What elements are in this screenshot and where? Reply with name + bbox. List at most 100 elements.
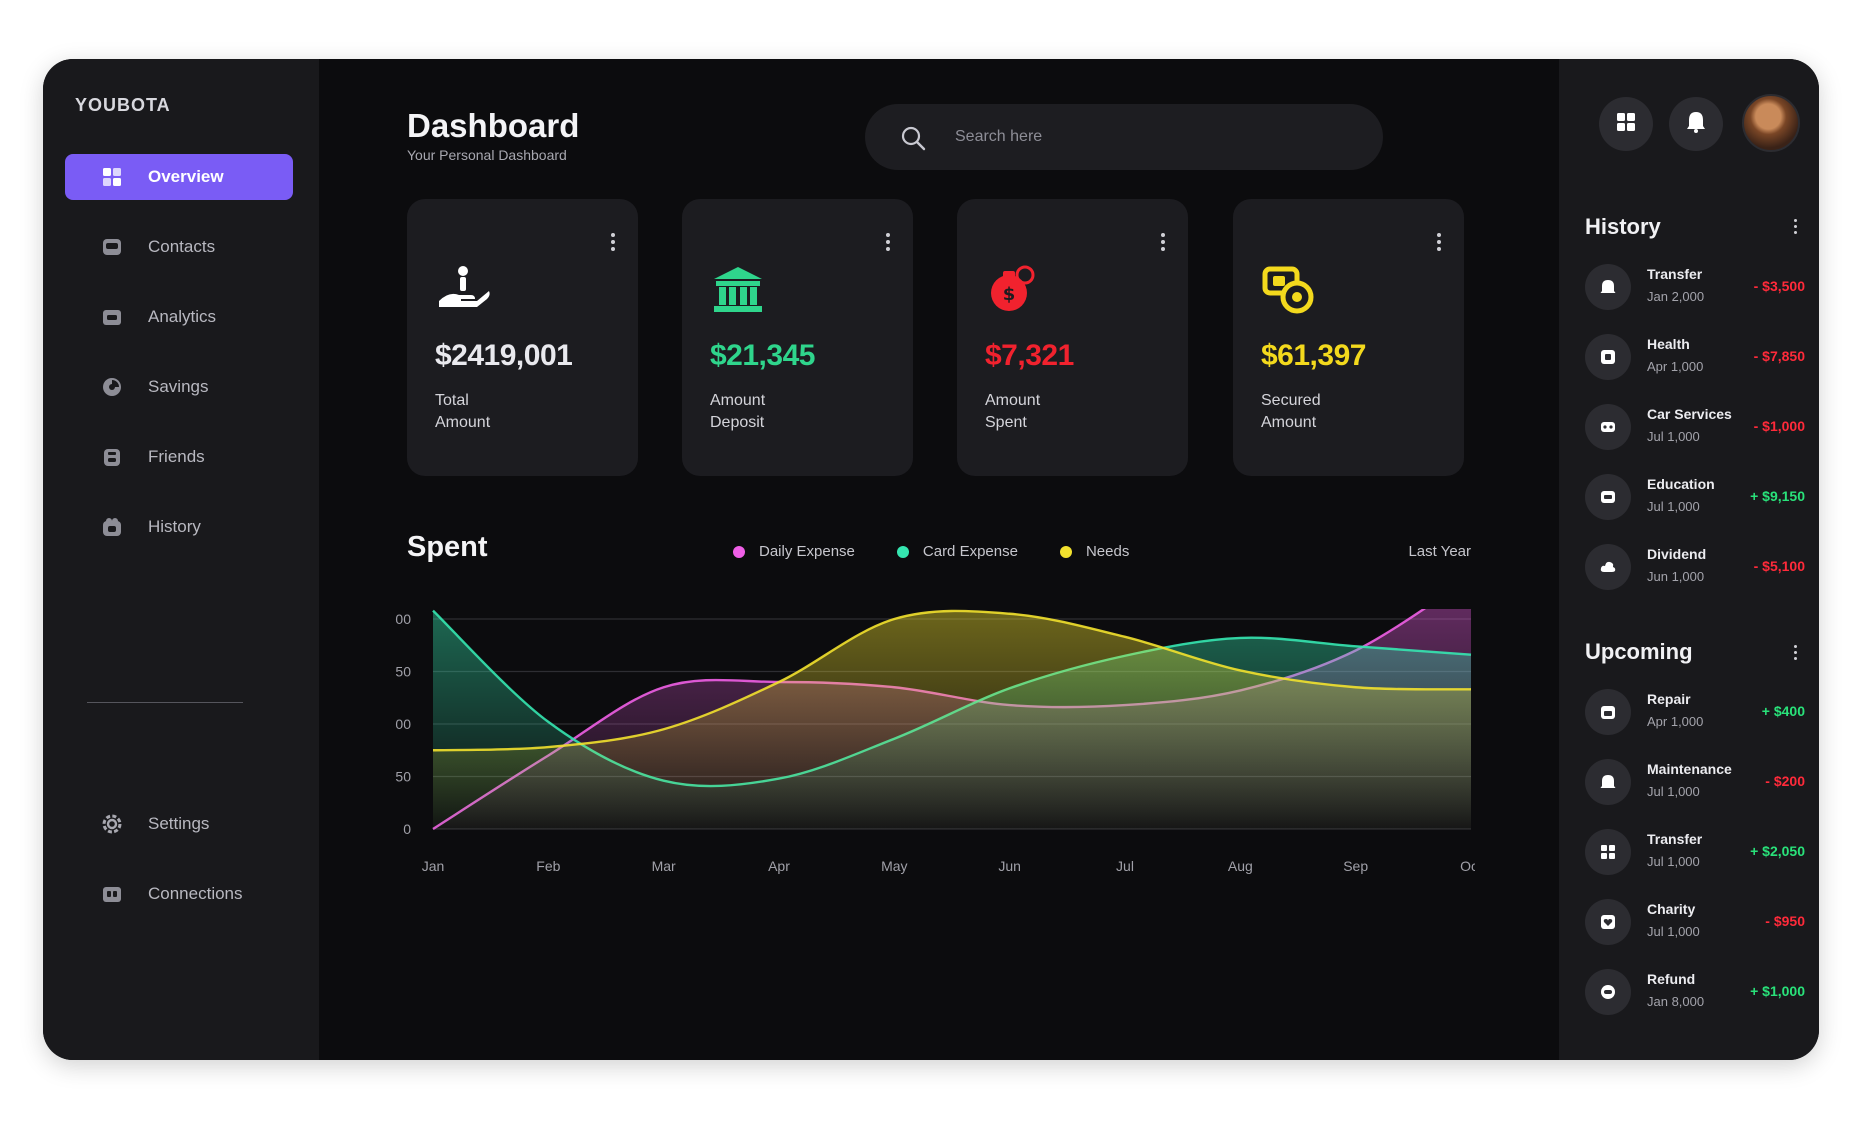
legend-dot [733, 545, 745, 558]
card-icon [101, 236, 123, 258]
sidebar-item-label: Friends [148, 447, 205, 466]
y-tick-label: 50 [395, 769, 411, 785]
chart-legend: Daily Expense Card Expense Needs [733, 543, 1171, 560]
card-menu-icon[interactable] [1160, 233, 1166, 253]
x-tick-label: Apr [768, 858, 790, 874]
apps-button[interactable] [1599, 97, 1653, 151]
transaction-amount: - $200 [1765, 773, 1805, 789]
legend-dot [1059, 545, 1072, 558]
sidebar-nav: Overview Contacts Analytics Savings Frie… [65, 154, 293, 574]
search-icon [899, 124, 927, 157]
transaction-name: Dividend [1647, 546, 1707, 562]
bell-icon [1585, 759, 1631, 805]
transaction-item[interactable]: Transfer Jan 2,000 - $3,500 [1585, 262, 1805, 312]
sidebar-item-label: Contacts [148, 237, 216, 256]
transaction-amount: - $950 [1765, 913, 1805, 929]
refresh-icon [1585, 969, 1631, 1015]
transaction-date: Apr 1,000 [1647, 359, 1704, 374]
period-selector[interactable]: Last Year [1408, 543, 1471, 560]
legend-item[interactable]: Daily Expense [733, 543, 855, 560]
transaction-item[interactable]: Health Apr 1,000 - $7,850 [1585, 332, 1805, 382]
upcoming-menu-icon[interactable] [1794, 645, 1797, 661]
sidebar-divider [87, 702, 243, 703]
card-label: Amount Spent [985, 392, 1041, 431]
x-tick-label: Sep [1343, 858, 1368, 874]
grid-icon [1616, 112, 1636, 137]
x-tick-label: May [881, 858, 907, 874]
history-menu-icon[interactable] [1794, 219, 1797, 235]
transaction-name: Repair [1647, 691, 1691, 707]
transaction-name: Transfer [1647, 831, 1703, 847]
upcoming-title: Upcoming [1585, 639, 1693, 664]
card-value: $61,397 [1261, 339, 1366, 372]
box-icon [1585, 334, 1631, 380]
sidebar-item-savings[interactable]: Savings [65, 364, 293, 410]
history-title: History [1585, 214, 1661, 239]
transaction-amount: - $5,100 [1753, 558, 1805, 574]
transaction-name: Refund [1647, 971, 1696, 987]
transaction-item[interactable]: Repair Apr 1,000 + $400 [1585, 687, 1805, 737]
card-label: Total Amount [435, 392, 491, 431]
sidebar: YOUBOTA Overview Contacts Analytics Savi… [43, 59, 319, 1060]
cloud-icon [1585, 544, 1631, 590]
pie-chart-icon [101, 376, 123, 398]
transaction-amount: - $1,000 [1753, 418, 1805, 434]
bell-icon [1585, 264, 1631, 310]
legend-item[interactable]: Needs [1059, 543, 1129, 560]
transaction-amount: + $1,000 [1750, 983, 1805, 999]
sidebar-item-contacts[interactable]: Contacts [65, 224, 293, 270]
transaction-amount: + $2,050 [1750, 843, 1805, 859]
sidebar-item-friends[interactable]: Friends [65, 434, 293, 480]
transaction-date: Jan 8,000 [1647, 994, 1705, 1009]
sidebar-item-connections[interactable]: Connections [65, 871, 293, 917]
search-bar[interactable] [865, 104, 1383, 170]
brand-logo: YOUBOTA [75, 95, 171, 115]
transaction-item[interactable]: Education Jul 1,000 + $9,150 [1585, 472, 1805, 522]
briefcase-icon [101, 446, 123, 468]
sidebar-item-overview[interactable]: Overview [65, 154, 293, 200]
sidebar-item-label: Settings [148, 814, 210, 833]
avatar[interactable] [1742, 94, 1800, 152]
card-value: $21,345 [710, 339, 815, 372]
summary-card-deposit[interactable]: $21,345 Amount Deposit [682, 199, 913, 476]
transaction-item[interactable]: Transfer Jul 1,000 + $2,050 [1585, 827, 1805, 877]
sidebar-item-label: History [148, 517, 201, 536]
transaction-item[interactable]: Dividend Jun 1,000 - $5,100 [1585, 542, 1805, 592]
card-label: Secured Amount [1261, 392, 1321, 431]
card-menu-icon[interactable] [885, 233, 891, 253]
search-input[interactable] [955, 122, 1355, 152]
summary-card-total[interactable]: $2419,001 Total Amount [407, 199, 638, 476]
bell-icon [1686, 111, 1706, 138]
x-tick-label: Feb [536, 858, 560, 874]
x-tick-label: Oct [1460, 858, 1475, 874]
card-menu-icon[interactable] [1436, 233, 1442, 253]
card-value: $2419,001 [435, 339, 573, 372]
transaction-name: Charity [1647, 901, 1696, 917]
link-icon [101, 883, 123, 905]
notifications-button[interactable] [1669, 97, 1723, 151]
sidebar-item-settings[interactable]: Settings [65, 801, 293, 847]
wallet-icon [101, 306, 123, 328]
summary-card-spent[interactable]: $ $7,321 Amount Spent [957, 199, 1188, 476]
transaction-date: Jul 1,000 [1647, 429, 1700, 444]
x-tick-label: Jul [1116, 858, 1134, 874]
car-icon [1585, 404, 1631, 450]
legend-item[interactable]: Card Expense [896, 543, 1018, 560]
sidebar-item-history[interactable]: History [65, 504, 293, 550]
transaction-item[interactable]: Car Services Jul 1,000 - $1,000 [1585, 402, 1805, 452]
summary-card-secured[interactable]: $61,397 Secured Amount [1233, 199, 1464, 476]
sidebar-item-analytics[interactable]: Analytics [65, 294, 293, 340]
transaction-item[interactable]: Charity Jul 1,000 - $950 [1585, 897, 1805, 947]
spent-title: Spent [407, 531, 488, 563]
heart-icon [1585, 899, 1631, 945]
transaction-item[interactable]: Refund Jan 8,000 + $1,000 [1585, 967, 1805, 1017]
card-menu-icon[interactable] [610, 233, 616, 253]
book-icon [1585, 474, 1631, 520]
gear-icon [101, 813, 123, 835]
transaction-date: Jul 1,000 [1647, 924, 1700, 939]
right-panel: History Transfer Jan 2,000 - $3,500 Health A… [1559, 59, 1819, 1060]
card-value: $7,321 [985, 339, 1074, 372]
grid-icon [1585, 829, 1631, 875]
transaction-item[interactable]: Maintenance Jul 1,000 - $200 [1585, 757, 1805, 807]
transaction-name: Health [1647, 336, 1690, 352]
